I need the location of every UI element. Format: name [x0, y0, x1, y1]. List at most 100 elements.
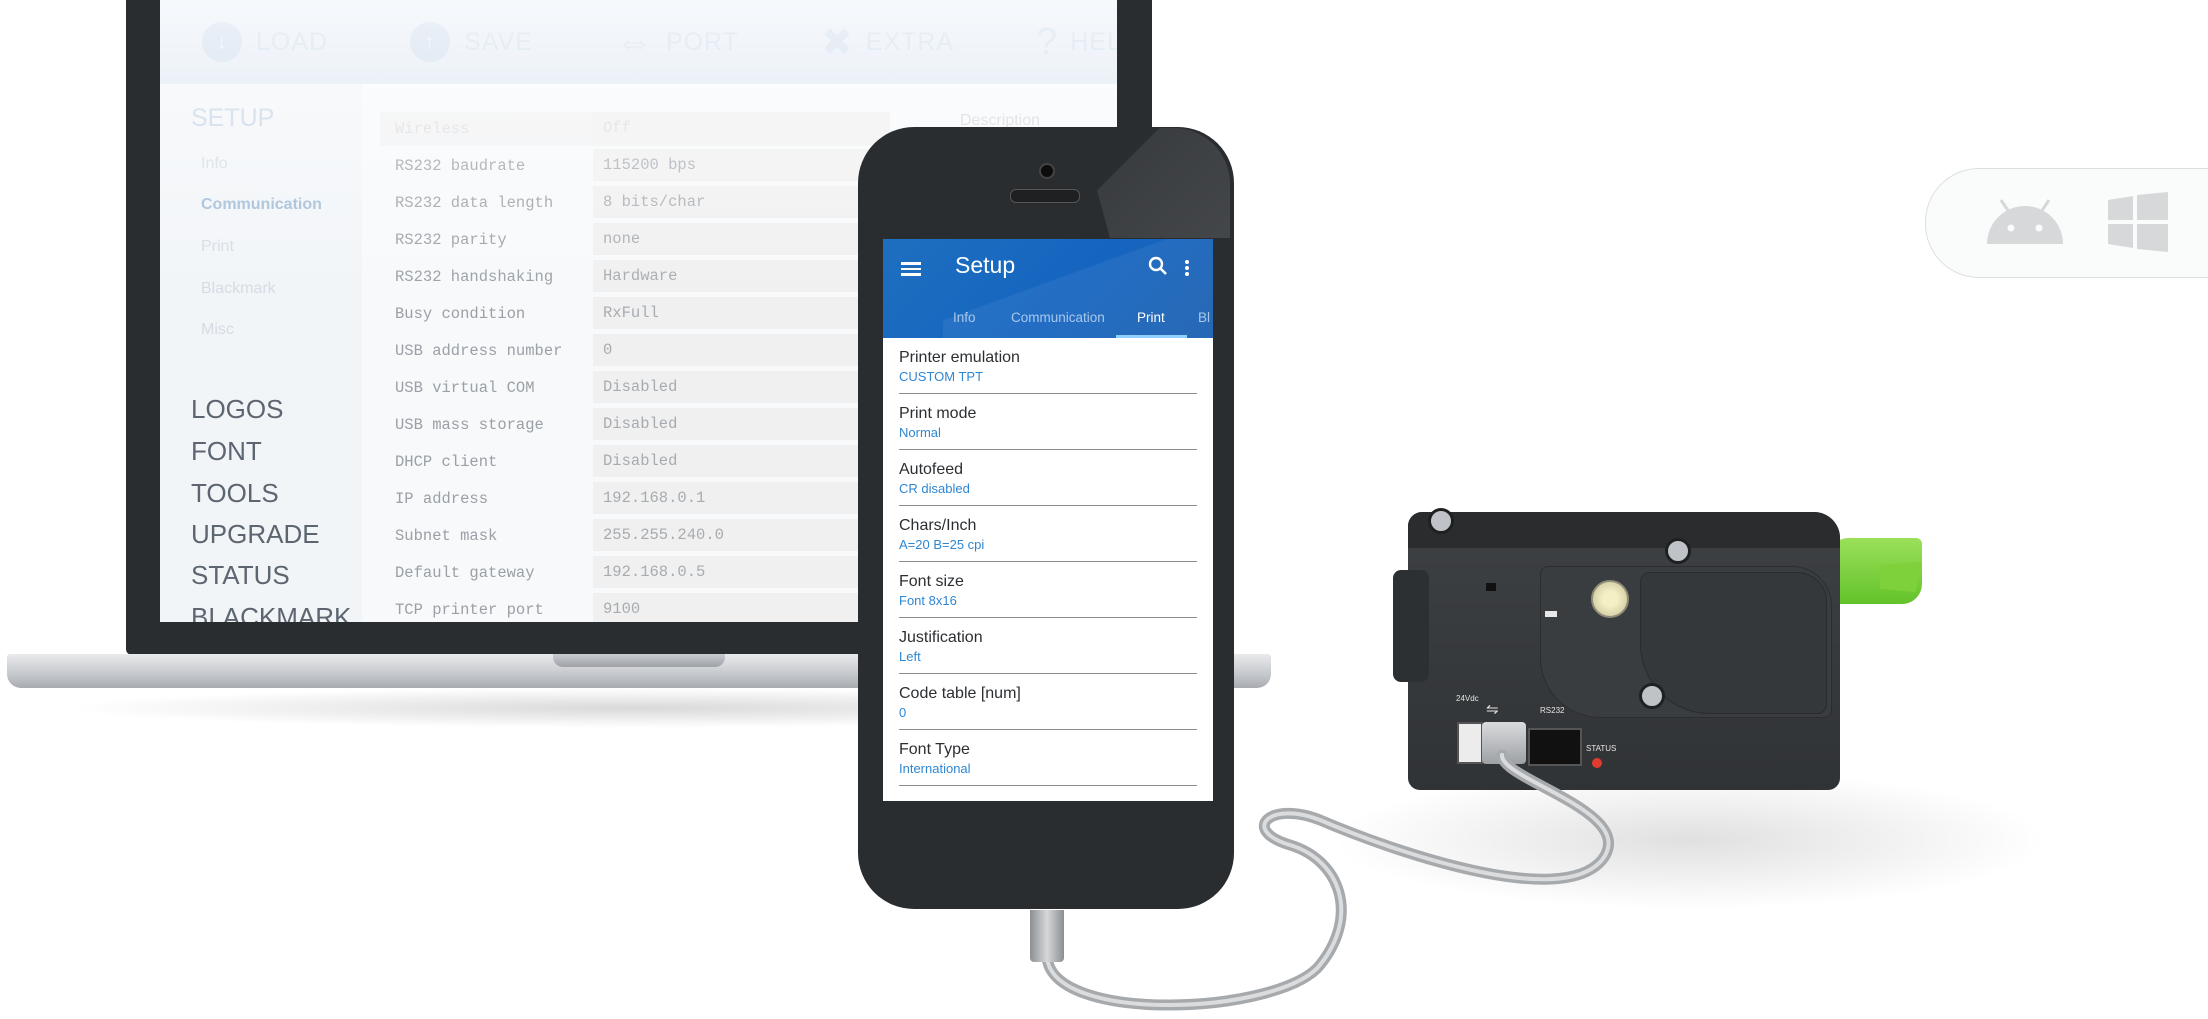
form-input[interactable]: 192.168.0.1 [593, 482, 890, 514]
sidebar-item-misc[interactable]: Misc [201, 321, 234, 339]
sidebar-section-setup[interactable]: SETUP [191, 104, 274, 133]
rs232-port [1528, 728, 1582, 766]
form-label: RS232 parity [395, 231, 507, 249]
setting-font-type[interactable]: Font Type International [899, 730, 1197, 786]
port-label: PORT [665, 27, 739, 56]
setting-font-size[interactable]: Font size Font 8x16 [899, 562, 1197, 618]
form-select[interactable]: Disabled [593, 445, 890, 477]
form-row: RS232 handshaking Hardware [380, 260, 890, 294]
app-title: Setup [955, 252, 1016, 278]
form-select[interactable]: Hardware [593, 260, 890, 292]
rs232-port-label: RS232 [1540, 706, 1565, 715]
form-select[interactable]: RxFull [593, 297, 890, 329]
form-label: USB virtual COM [395, 379, 535, 397]
setting-title: Chars/Inch [899, 517, 977, 534]
save-button[interactable]: ↑ SAVE [410, 22, 533, 62]
form-label: IP address [395, 490, 489, 508]
form-row: Busy condition RxFull [380, 297, 890, 331]
sidebar-item-blackmark[interactable]: Blackmark [201, 280, 276, 298]
search-icon[interactable] [1148, 256, 1168, 282]
sidebar-item-font[interactable]: FONT [191, 436, 262, 467]
sidebar-item-status[interactable]: STATUS [191, 560, 290, 591]
form-input[interactable]: 192.168.0.5 [593, 556, 890, 588]
hamburger-menu-icon[interactable] [901, 259, 921, 279]
form-select[interactable]: none [593, 223, 890, 255]
screw-icon [1639, 683, 1665, 709]
laptop-notch [553, 654, 725, 667]
sidebar-item-logos[interactable]: LOGOS [191, 394, 283, 425]
setting-print-mode[interactable]: Print mode Normal [899, 394, 1197, 450]
printer-knob [1591, 580, 1629, 618]
screw-icon [1428, 508, 1454, 534]
extra-label: EXTRA [865, 27, 955, 56]
form-label: USB address number [395, 342, 563, 360]
form-label: Busy condition [395, 305, 526, 323]
printer-shadow [1330, 770, 2050, 910]
setting-value: CUSTOM TPT [899, 369, 984, 384]
help-button[interactable]: ? HELP [1036, 21, 1117, 64]
form-select[interactable]: 8 bits/char [593, 186, 890, 218]
form-select[interactable]: 115200 bps [593, 149, 890, 181]
printer-sensor [1486, 583, 1496, 591]
form-row: USB address number 0 [380, 334, 890, 368]
form-label: Wireless [395, 120, 470, 138]
form-label: RS232 data length [395, 194, 554, 212]
sidebar-item-upgrade[interactable]: UPGRADE [191, 519, 320, 550]
form-row: Wireless Off [380, 112, 890, 146]
printer-indicator [1545, 611, 1557, 617]
setting-title: Code table [num] [899, 685, 1021, 702]
form-label: RS232 baudrate [395, 157, 526, 175]
sidebar-item-communication[interactable]: Communication [201, 196, 322, 214]
help-label: HELP [1070, 27, 1117, 56]
sidebar-item-print[interactable]: Print [201, 238, 234, 256]
tab-print[interactable]: Print [1137, 310, 1165, 325]
form-select[interactable]: Disabled [593, 371, 890, 403]
usb-icon: ⇋ [1486, 701, 1499, 718]
setting-code-table[interactable]: Code table [num] 0 [899, 674, 1197, 730]
laptop-toolbar: ↓ LOAD ↑ SAVE ⇔ PORT ✖ EXTRA ? HELP [160, 0, 1117, 84]
setting-justification[interactable]: Justification Left [899, 618, 1197, 674]
sidebar-item-blackmark-main[interactable]: BLACKMARK [191, 602, 351, 622]
load-button[interactable]: ↓ LOAD [202, 22, 328, 62]
sidebar-item-tools[interactable]: TOOLS [191, 478, 279, 509]
plug-icon: ⇔ [614, 20, 654, 63]
sidebar-item-info[interactable]: Info [201, 155, 228, 173]
tab-communication[interactable]: Communication [1011, 310, 1105, 325]
save-label: SAVE [464, 27, 533, 56]
tab-info[interactable]: Info [953, 310, 976, 325]
form-input[interactable]: 0 [593, 334, 890, 366]
form-row: IP address 192.168.0.1 [380, 482, 890, 516]
form-label: TCP printer port [395, 601, 544, 619]
setting-value: A=20 B=25 cpi [899, 537, 985, 552]
phone-speaker [1010, 189, 1080, 203]
android-icon [1987, 199, 2063, 244]
setting-title: Print mode [899, 405, 977, 422]
setting-value: Normal [899, 425, 941, 440]
setting-chars-inch[interactable]: Chars/Inch A=20 B=25 cpi [899, 506, 1197, 562]
port-button[interactable]: ⇔ PORT [615, 21, 739, 64]
printer-mount [1393, 570, 1429, 682]
upload-circle-icon: ↑ [410, 22, 451, 62]
camera-icon [1039, 163, 1055, 179]
power-port [1457, 722, 1483, 764]
form-label: Subnet mask [395, 527, 498, 545]
form-input[interactable]: 9100 [593, 593, 890, 622]
more-vert-icon[interactable] [1185, 258, 1191, 278]
usb-plug [1482, 722, 1526, 764]
form-select[interactable]: Off [593, 112, 890, 144]
setting-title: Printer emulation [899, 349, 1020, 366]
form-row: TCP printer port 9100 [380, 593, 890, 622]
tab-bar: Info Communication Print Bl [883, 299, 1213, 338]
setting-printer-emulation[interactable]: Printer emulation CUSTOM TPT [899, 338, 1197, 394]
form-label: RS232 handshaking [395, 268, 554, 286]
setting-value: CR disabled [899, 481, 970, 496]
form-row: USB virtual COM Disabled [380, 371, 890, 405]
extra-button[interactable]: ✖ EXTRA [821, 20, 954, 65]
app-bar: Setup Info Communication Print Bl [883, 239, 1213, 338]
tab-blackmark[interactable]: Bl [1198, 310, 1210, 325]
form-row: USB mass storage Disabled [380, 408, 890, 442]
setting-value: Left [899, 649, 921, 664]
form-input[interactable]: 255.255.240.0 [593, 519, 890, 551]
setting-autofeed[interactable]: Autofeed CR disabled [899, 450, 1197, 506]
form-select[interactable]: Disabled [593, 408, 890, 440]
